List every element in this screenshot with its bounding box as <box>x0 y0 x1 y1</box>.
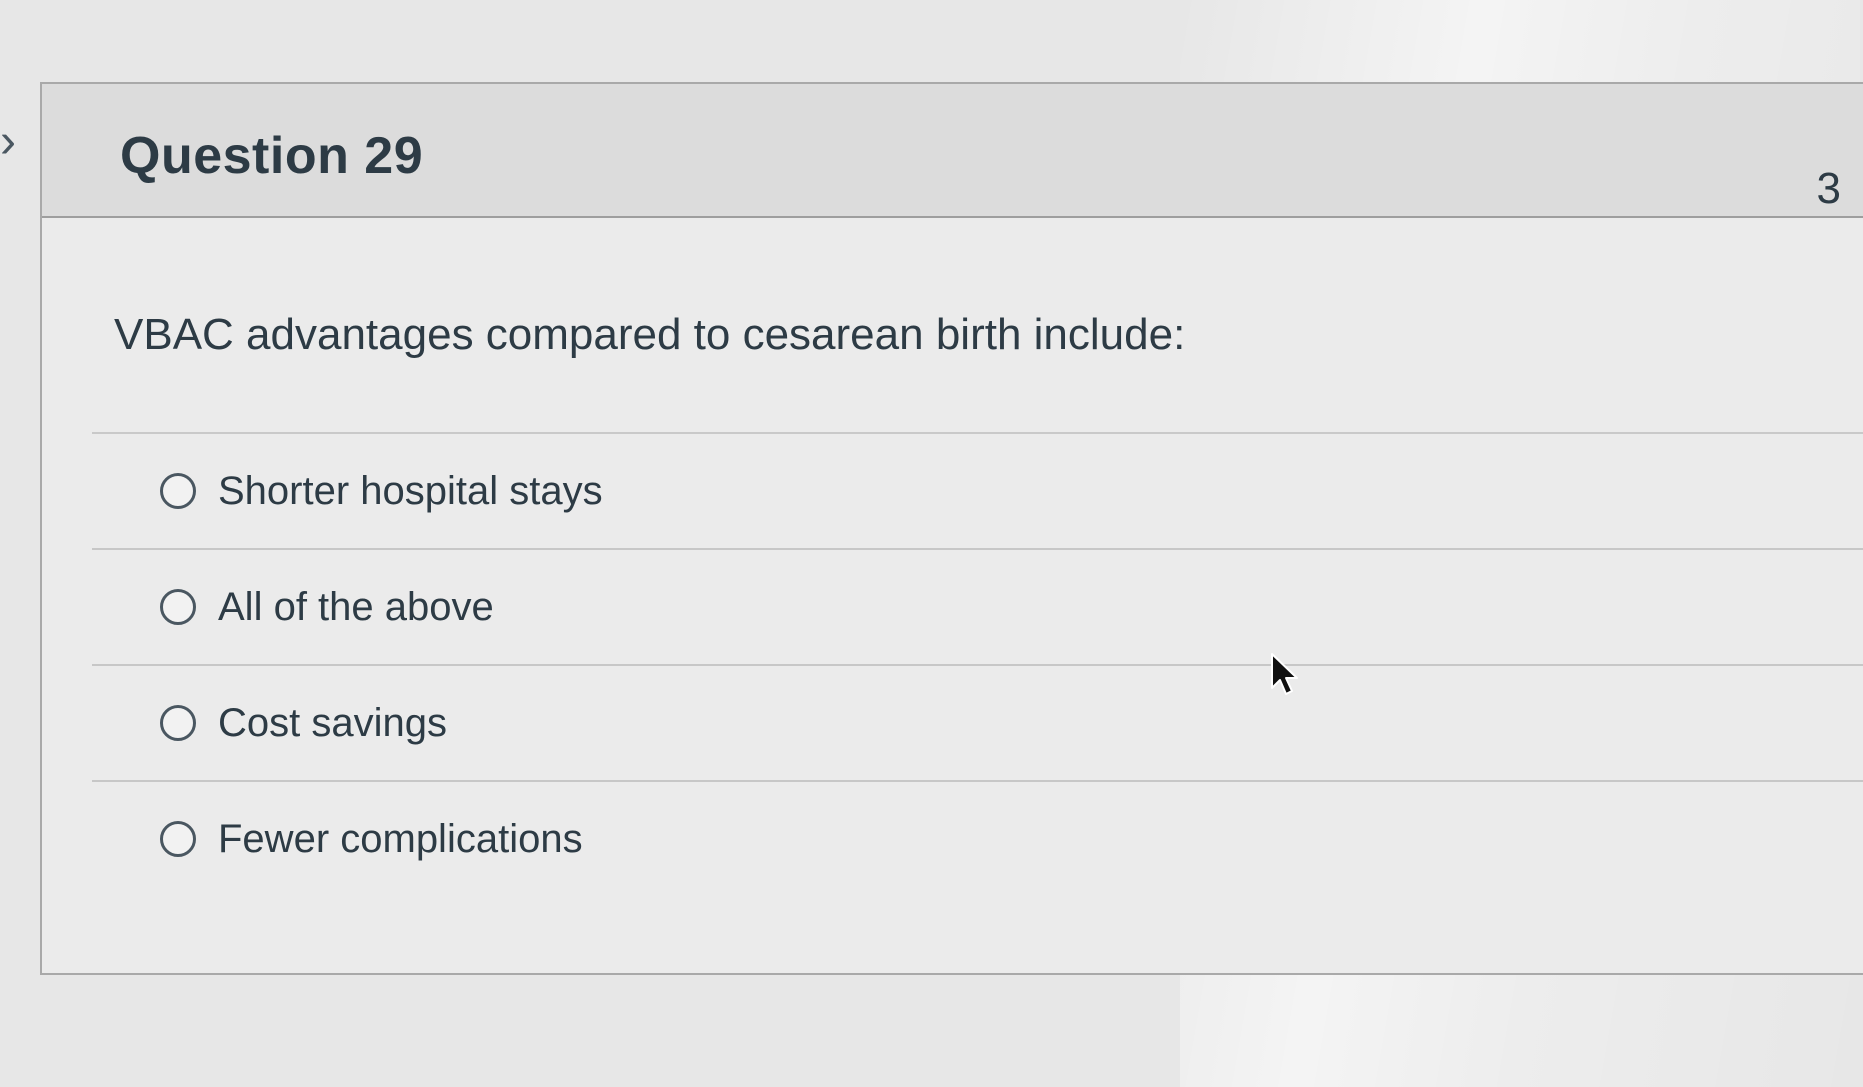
radio-button-icon[interactable] <box>160 473 196 509</box>
answer-option[interactable]: Shorter hospital stays <box>92 432 1863 548</box>
answer-label[interactable]: All of the above <box>218 585 494 630</box>
answer-label[interactable]: Cost savings <box>218 701 447 746</box>
answer-label[interactable]: Fewer complications <box>218 817 583 862</box>
answer-list: Shorter hospital stays All of the above … <box>92 432 1863 896</box>
chevron-right-icon[interactable]: › <box>0 118 28 166</box>
answer-option[interactable]: Fewer complications <box>92 780 1863 896</box>
radio-button-icon[interactable] <box>160 705 196 741</box>
question-text: VBAC advantages compared to cesarean bir… <box>114 310 1186 359</box>
radio-button-icon[interactable] <box>160 821 196 857</box>
answer-option[interactable]: All of the above <box>92 548 1863 664</box>
mouse-pointer-icon <box>1271 653 1298 695</box>
question-points: 3 <box>1816 164 1841 213</box>
question-card: Question 29 3 VBAC advantages compared t… <box>40 82 1863 975</box>
radio-button-icon[interactable] <box>160 589 196 625</box>
question-title: Question 29 <box>120 127 424 185</box>
answer-option[interactable]: Cost savings <box>92 664 1863 780</box>
question-header: Question 29 3 <box>42 84 1863 218</box>
answer-label[interactable]: Shorter hospital stays <box>218 469 603 514</box>
